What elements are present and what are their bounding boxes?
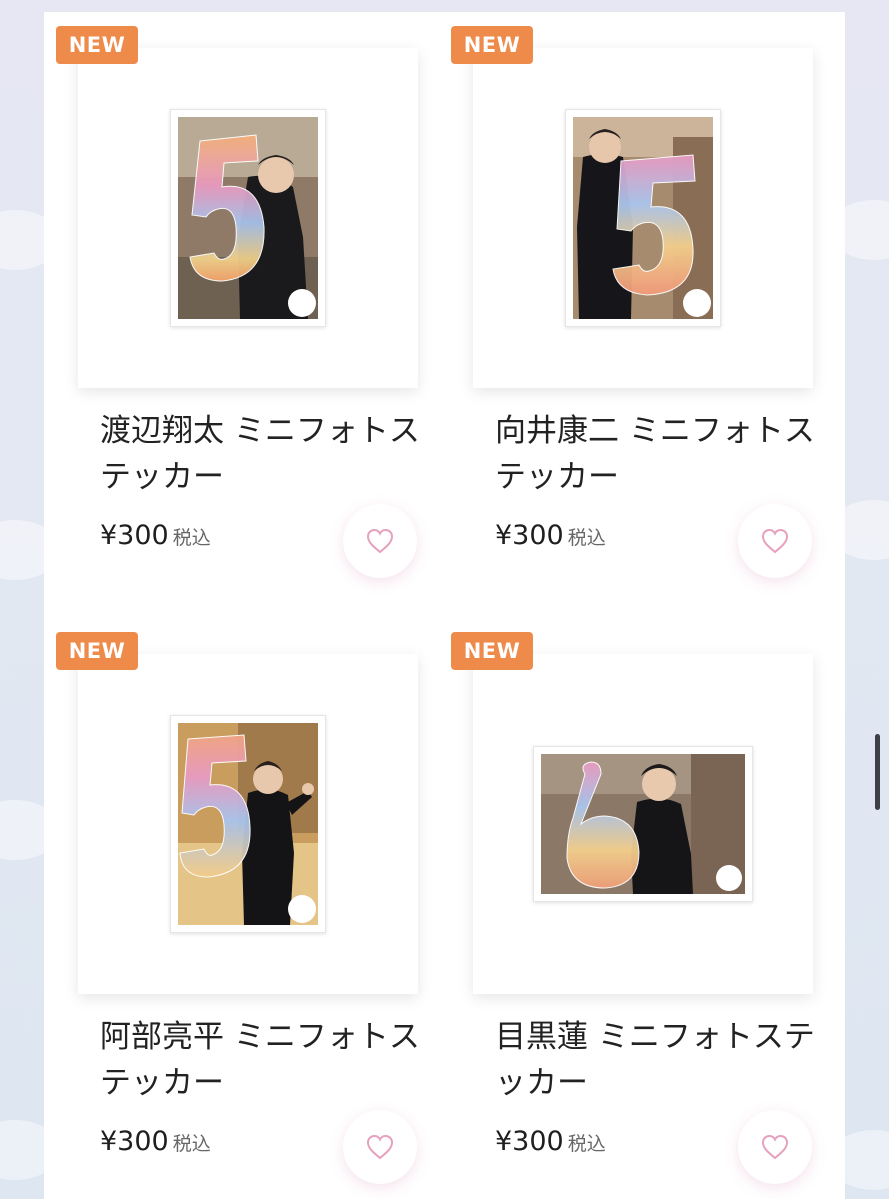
- product-image[interactable]: [473, 654, 813, 994]
- price-value: ¥300: [495, 1126, 564, 1157]
- new-badge: NEW: [56, 26, 138, 64]
- product-image[interactable]: [473, 48, 813, 388]
- tax-label: 税込: [567, 527, 606, 549]
- price-value: ¥300: [495, 520, 564, 551]
- new-badge: NEW: [451, 632, 533, 670]
- photo-sticker: [565, 109, 721, 327]
- favorite-button[interactable]: [343, 1110, 417, 1184]
- product-price: ¥300 税込: [100, 520, 211, 551]
- product-image[interactable]: [78, 48, 418, 388]
- favorite-button[interactable]: [738, 504, 812, 578]
- tax-label: 税込: [567, 1133, 606, 1155]
- new-badge: NEW: [56, 632, 138, 670]
- heart-outline-icon: [366, 528, 394, 554]
- photo-image: [541, 754, 745, 894]
- heart-outline-icon: [761, 528, 789, 554]
- favorite-button[interactable]: [738, 1110, 812, 1184]
- photo-sticker: [170, 715, 326, 933]
- heart-outline-icon: [761, 1134, 789, 1160]
- scrollbar-thumb[interactable]: [875, 734, 880, 810]
- new-badge: NEW: [451, 26, 533, 64]
- product-price: ¥300 税込: [495, 520, 606, 551]
- product-title[interactable]: 目黒蓮 ミニフォトステッカー: [495, 1014, 815, 1106]
- product-price: ¥300 税込: [495, 1126, 606, 1157]
- price-value: ¥300: [100, 520, 169, 551]
- photo-image: [573, 117, 713, 319]
- product-title[interactable]: 渡辺翔太 ミニフォトステッカー: [100, 408, 420, 500]
- heart-outline-icon: [366, 1134, 394, 1160]
- photo-image: [178, 723, 318, 925]
- tax-label: 税込: [172, 1133, 211, 1155]
- tax-label: 税込: [172, 527, 211, 549]
- product-price: ¥300 税込: [100, 1126, 211, 1157]
- favorite-button[interactable]: [343, 504, 417, 578]
- product-image[interactable]: [78, 654, 418, 994]
- photo-sticker: [170, 109, 326, 327]
- photo-sticker: [533, 746, 753, 902]
- product-title[interactable]: 向井康二 ミニフォトステッカー: [495, 408, 815, 500]
- product-grid: NEW 渡辺翔太 ミニフォトステッカー ¥300 税込 NEW 向井康二 ミニフ…: [44, 12, 845, 1199]
- price-value: ¥300: [100, 1126, 169, 1157]
- product-title[interactable]: 阿部亮平 ミニフォトステッカー: [100, 1014, 420, 1106]
- photo-image: [178, 117, 318, 319]
